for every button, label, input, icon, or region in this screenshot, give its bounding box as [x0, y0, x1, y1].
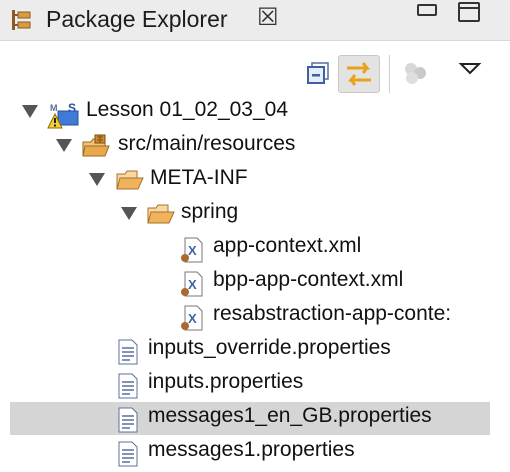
view-tab-bar: Package Explorer ☒ [0, 0, 510, 41]
tree-node-file[interactable]: X resabstraction-app-conte: [0, 300, 510, 333]
focus-on-active-task-button[interactable] [400, 55, 430, 93]
view-menu-icon [458, 58, 482, 78]
meta-inf-label: META-INF [150, 166, 248, 189]
maven-project-icon: M S [47, 100, 79, 129]
folder-open-icon [146, 202, 175, 228]
file-label: inputs.properties [148, 370, 304, 393]
tree-node-file[interactable]: X app-context.xml [0, 232, 510, 265]
link-with-editor-button[interactable] [338, 55, 380, 93]
file-label: app-context.xml [213, 234, 362, 257]
tree-node-source-folder[interactable]: src/main/resources [0, 130, 510, 163]
folder-open-icon [115, 168, 144, 194]
file-label: messages1.properties [148, 438, 355, 461]
tree-node-meta-inf[interactable]: META-INF [0, 164, 510, 197]
tree-node-file[interactable]: messages1.properties [0, 436, 510, 469]
expand-toggle[interactable] [22, 105, 38, 118]
properties-file-icon [116, 372, 142, 399]
package-explorer-tab[interactable]: Package Explorer ☒ [0, 0, 298, 40]
properties-file-icon [116, 440, 142, 467]
tree-node-file[interactable]: inputs.properties [0, 368, 510, 401]
svg-text:X: X [188, 277, 197, 292]
svg-text:M: M [50, 103, 58, 113]
file-label: inputs_override.properties [148, 336, 391, 359]
xml-file-icon: X [180, 270, 206, 297]
svg-text:X: X [188, 311, 197, 326]
minimize-button[interactable] [417, 4, 437, 16]
toolbar-separator [389, 55, 390, 93]
tree-node-file-selected[interactable]: messages1_en_GB.properties [10, 402, 490, 435]
xml-file-icon: X [180, 304, 206, 331]
tree-node-spring[interactable]: spring [0, 198, 510, 231]
tree-node-project[interactable]: M S Lesson 01_02_03_04 [0, 96, 510, 129]
xml-file-icon: X [180, 236, 206, 263]
expand-toggle[interactable] [56, 139, 72, 152]
tree-node-file[interactable]: inputs_override.properties [0, 334, 510, 367]
tree-node-file[interactable]: X bpp-app-context.xml [0, 266, 510, 299]
expand-toggle[interactable] [89, 173, 105, 186]
view-title: Package Explorer [46, 6, 228, 32]
source-folder-icon [81, 134, 110, 160]
close-icon[interactable]: ☒ [257, 4, 279, 32]
file-label: messages1_en_GB.properties [148, 404, 432, 427]
package-explorer-icon [10, 9, 32, 31]
collapse-all-icon [304, 55, 334, 93]
focus-icon [400, 55, 430, 93]
maximize-button[interactable] [458, 2, 480, 22]
link-with-editor-icon [339, 56, 379, 92]
project-label: Lesson 01_02_03_04 [86, 98, 289, 121]
collapse-all-button[interactable] [304, 55, 334, 93]
svg-text:X: X [188, 243, 197, 258]
file-label: bpp-app-context.xml [213, 268, 404, 291]
file-label: resabstraction-app-conte: [213, 302, 452, 325]
expand-toggle[interactable] [121, 207, 137, 220]
properties-file-icon [116, 338, 142, 365]
properties-file-icon [116, 406, 142, 433]
view-menu-button[interactable] [458, 58, 482, 78]
source-folder-label: src/main/resources [118, 132, 296, 155]
spring-label: spring [181, 200, 239, 223]
